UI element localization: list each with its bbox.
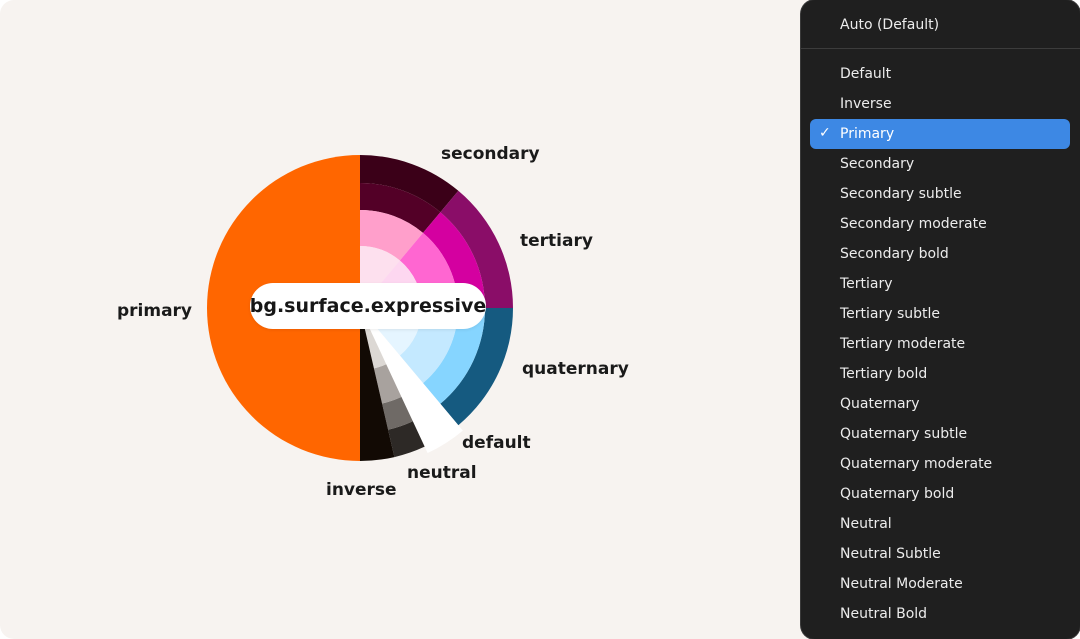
menu-item-label: Auto (Default) — [840, 17, 940, 33]
menu-item-label: Default — [840, 66, 892, 82]
label-inverse: inverse — [326, 480, 397, 500]
menu-divider — [801, 48, 1080, 49]
menu-item-label: Neutral Moderate — [840, 576, 963, 592]
menu-item-label: Neutral Subtle — [840, 546, 941, 562]
menu-item-label: Quaternary moderate — [840, 456, 993, 472]
menu-item-label: Inverse — [840, 96, 892, 112]
menu-item-label: Quaternary subtle — [840, 426, 968, 442]
menu-item-neutral-moderate[interactable]: Neutral Moderate — [810, 569, 1070, 599]
color-dropdown-menu: Auto (Default) Default Inverse ✓ Primary… — [801, 0, 1080, 639]
menu-item-quaternary-bold[interactable]: Quaternary bold — [810, 479, 1070, 509]
menu-item-primary[interactable]: ✓ Primary — [810, 119, 1070, 149]
menu-item-label: Secondary bold — [840, 246, 949, 262]
label-quaternary: quaternary — [522, 359, 629, 379]
menu-item-tertiary-bold[interactable]: Tertiary bold — [810, 359, 1070, 389]
menu-item-neutral-bold[interactable]: Neutral Bold — [810, 599, 1070, 629]
menu-item-label: Quaternary — [840, 396, 920, 412]
menu-item-inverse[interactable]: Inverse — [810, 89, 1070, 119]
menu-item-label: Quaternary bold — [840, 486, 955, 502]
menu-item-secondary-moderate[interactable]: Secondary moderate — [810, 209, 1070, 239]
center-label: bg.surface.expressive — [250, 283, 486, 329]
menu-item-quaternary[interactable]: Quaternary — [810, 389, 1070, 419]
menu-item-default[interactable]: Default — [810, 59, 1070, 89]
menu-item-tertiary-moderate[interactable]: Tertiary moderate — [810, 329, 1070, 359]
menu-item-label: Secondary moderate — [840, 216, 987, 232]
label-secondary: secondary — [441, 144, 540, 164]
menu-item-label: Tertiary bold — [840, 366, 928, 382]
menu-item-label: Tertiary — [840, 276, 893, 292]
menu-item-secondary[interactable]: Secondary — [810, 149, 1070, 179]
menu-item-quaternary-moderate[interactable]: Quaternary moderate — [810, 449, 1070, 479]
menu-item-label: Primary — [840, 126, 895, 142]
menu-item-quaternary-subtle[interactable]: Quaternary subtle — [810, 419, 1070, 449]
menu-item-label: Secondary subtle — [840, 186, 962, 202]
menu-item-label: Tertiary subtle — [840, 306, 941, 322]
menu-item-tertiary[interactable]: Tertiary — [810, 269, 1070, 299]
menu-item-label: Neutral — [840, 516, 892, 532]
label-tertiary: tertiary — [520, 231, 593, 251]
label-primary: primary — [117, 301, 192, 321]
menu-item-label: Neutral Bold — [840, 606, 928, 622]
menu-item-secondary-bold[interactable]: Secondary bold — [810, 239, 1070, 269]
menu-item-auto-default[interactable]: Auto (Default) — [810, 10, 1070, 40]
label-default: default — [462, 433, 531, 453]
label-neutral: neutral — [407, 463, 477, 483]
menu-item-label: Tertiary moderate — [840, 336, 966, 352]
menu-item-label: Secondary — [840, 156, 915, 172]
menu-item-tertiary-subtle[interactable]: Tertiary subtle — [810, 299, 1070, 329]
menu-item-neutral-subtle[interactable]: Neutral Subtle — [810, 539, 1070, 569]
menu-item-secondary-subtle[interactable]: Secondary subtle — [810, 179, 1070, 209]
menu-item-neutral[interactable]: Neutral — [810, 509, 1070, 539]
checkmark-icon: ✓ — [819, 125, 831, 141]
